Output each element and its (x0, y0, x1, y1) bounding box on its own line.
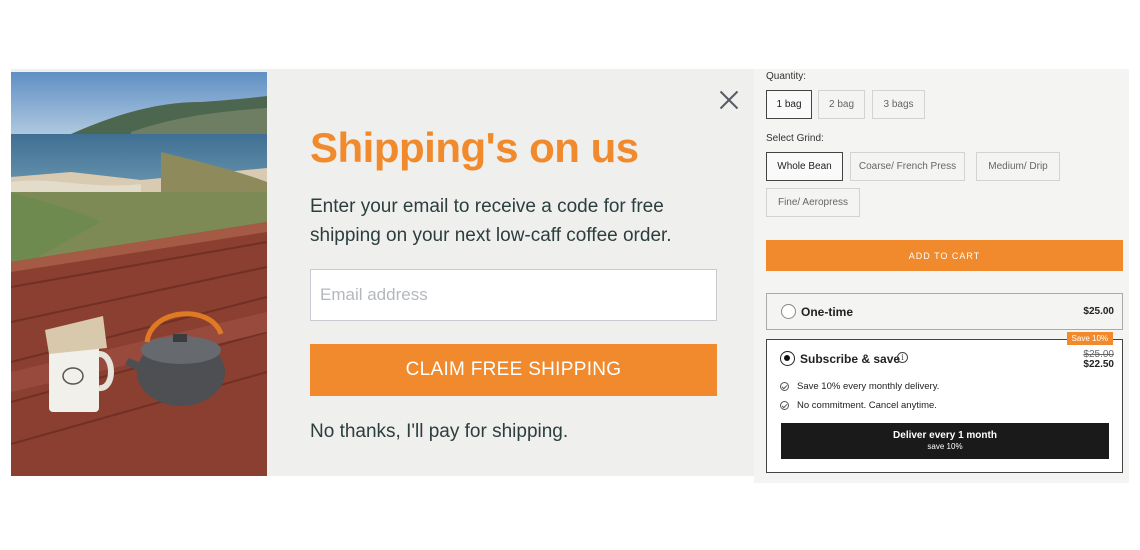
grind-option-medium[interactable]: Medium/ Drip (976, 152, 1060, 181)
subscribe-label: Subscribe & save (800, 352, 901, 366)
grind-option-whole-bean[interactable]: Whole Bean (766, 152, 843, 181)
subscription-price: $22.50 (1083, 359, 1114, 370)
one-time-price: $25.00 (1083, 306, 1114, 317)
close-icon[interactable] (716, 87, 742, 113)
grind-label: Select Grind: (766, 133, 824, 144)
delivery-frequency-label: Deliver every 1 month (893, 430, 997, 441)
quantity-label: Quantity: (766, 71, 807, 82)
popup-headline: Shipping's on us (310, 124, 639, 171)
email-field[interactable] (310, 269, 717, 321)
benefit-text: Save 10% every monthly delivery. (797, 381, 940, 392)
save-badge: Save 10% (1066, 332, 1113, 345)
popup-subtext: Enter your email to receive a code for f… (310, 196, 672, 246)
one-time-radio[interactable] (781, 304, 796, 319)
info-icon[interactable]: i (897, 352, 908, 363)
grind-option-fine[interactable]: Fine/ Aeropress (766, 188, 860, 217)
benefit-item: Save 10% every monthly delivery. (780, 381, 939, 392)
delivery-discount-label: save 10% (927, 442, 963, 451)
email-signup-modal: Shipping's on us Enter your email to rec… (11, 69, 754, 476)
claim-free-shipping-button[interactable]: CLAIM FREE SHIPPING (310, 344, 717, 396)
benefit-item: No commitment. Cancel anytime. (780, 400, 937, 411)
add-to-cart-button[interactable]: ADD TO CART (766, 240, 1123, 271)
hero-photo (11, 72, 267, 476)
quantity-option-3[interactable]: 3 bags (872, 90, 925, 119)
benefit-text: No commitment. Cancel anytime. (797, 400, 937, 411)
product-options-panel: Quantity: 1 bag 2 bag 3 bags Select Grin… (754, 69, 1129, 483)
subscribe-save-option[interactable]: Save 10% Subscribe & save i $25.00 $22.5… (766, 332, 1123, 473)
check-circle-icon (780, 382, 789, 391)
subscribe-radio[interactable] (780, 351, 795, 366)
grind-option-coarse[interactable]: Coarse/ French Press (850, 152, 965, 181)
decline-link[interactable]: No thanks, I'll pay for shipping. (310, 421, 568, 443)
quantity-option-2[interactable]: 2 bag (818, 90, 865, 119)
quantity-option-1[interactable]: 1 bag (766, 90, 812, 119)
one-time-label: One-time (801, 305, 854, 319)
check-circle-icon (780, 401, 789, 410)
delivery-frequency-button[interactable]: Deliver every 1 month save 10% (781, 423, 1109, 459)
one-time-purchase-option[interactable]: One-time $25.00 (766, 293, 1123, 330)
